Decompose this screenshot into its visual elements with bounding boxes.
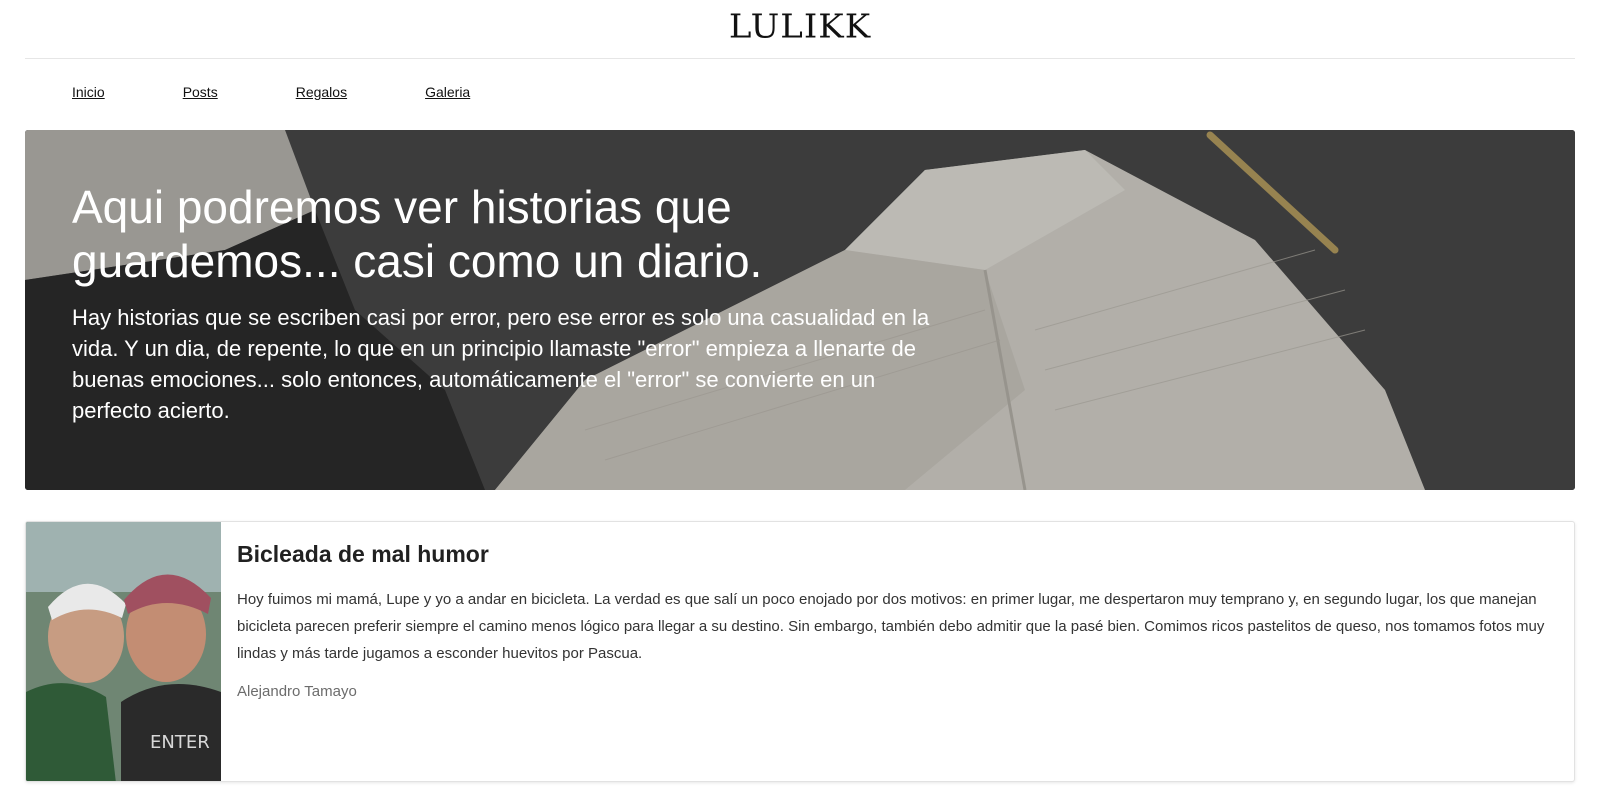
main-nav: Inicio Posts Regalos Galeria (72, 84, 548, 100)
hero-title: Aqui podremos ver historias que guardemo… (72, 181, 763, 287)
post-photo: ENTER (26, 522, 221, 781)
post-excerpt: Hoy fuimos mi mamá, Lupe y yo a andar en… (237, 591, 1545, 662)
hero-banner: Aqui podremos ver historias que guardemo… (25, 130, 1575, 490)
svg-text:ENTER: ENTER (150, 732, 210, 753)
nav-item-posts[interactable]: Posts (183, 84, 218, 100)
nav-item-regalos[interactable]: Regalos (296, 84, 347, 100)
site-header: LULIKK (25, 0, 1575, 59)
post-author: Alejandro Tamayo (237, 683, 357, 700)
post-thumbnail[interactable]: ENTER (26, 522, 221, 781)
nav-item-inicio[interactable]: Inicio (72, 84, 105, 100)
post-body: Bicleada de mal humor Hoy fuimos mi mamá… (221, 522, 1574, 781)
post-card[interactable]: ENTER Bicleada de mal humor Hoy fuimos m… (25, 521, 1575, 782)
hero-lead: Hay historias que se escriben casi por e… (72, 305, 930, 423)
post-title[interactable]: Bicleada de mal humor (237, 538, 1558, 570)
site-logo[interactable]: LULIKK (729, 11, 871, 47)
nav-item-galeria[interactable]: Galeria (425, 84, 470, 100)
